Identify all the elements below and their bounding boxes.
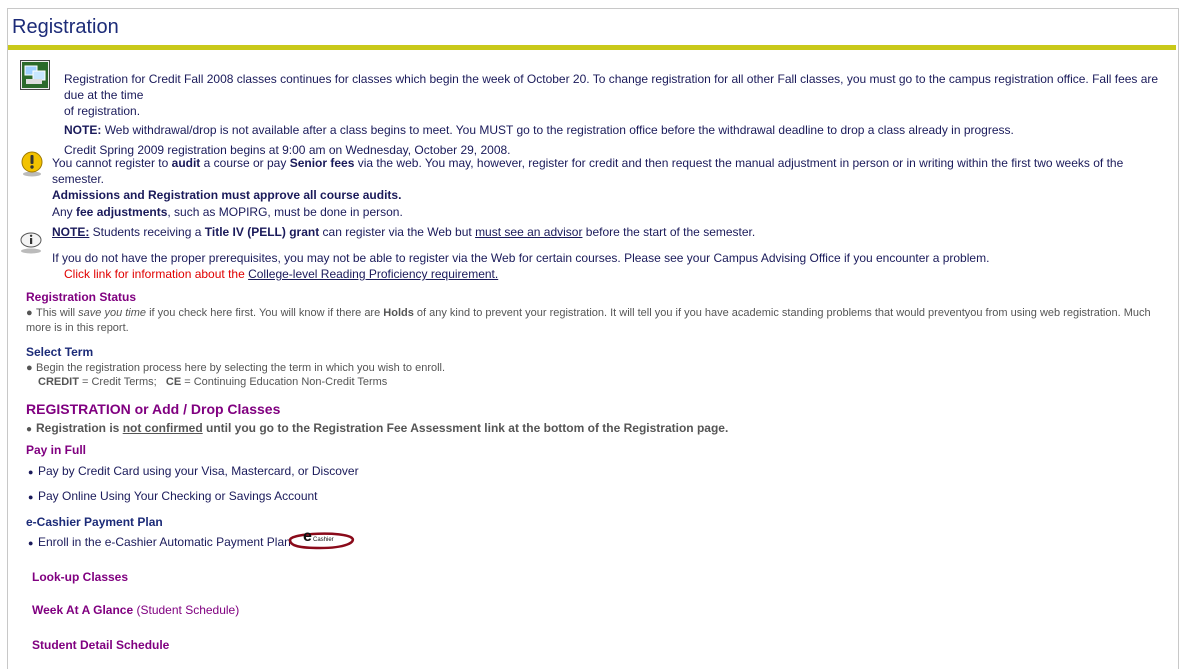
ecashier-logo[interactable]: e Cashier	[286, 528, 356, 550]
prerequisites-text: If you do not have the proper prerequisi…	[52, 251, 990, 265]
reg-text-1: Registration is	[36, 421, 123, 435]
pay-in-full-heading: Pay in Full	[26, 443, 87, 457]
fee-adjustments-word: fee adjustments	[76, 205, 168, 219]
status-text-3: of any kind to prevent your registration…	[413, 307, 1151, 319]
pell-note: NOTE: Students receiving a Title IV (PEL…	[52, 224, 1167, 240]
week-at-a-glance-row: Week At A Glance (Student Schedule)	[32, 603, 239, 617]
bullet: ●	[26, 362, 33, 374]
audit-text: You cannot register to audit a course or…	[52, 155, 1167, 187]
notice-fall-text-cont: of registration.	[64, 104, 141, 118]
senior-fees-word: Senior fees	[289, 156, 355, 170]
pell-text-3: before the start of the semester.	[582, 225, 756, 239]
reading-proficiency-prefix: Click link for information about the	[64, 267, 249, 281]
ecashier-enroll-link[interactable]: Enroll in the e-Cashier Automatic Paymen…	[38, 535, 291, 549]
ecashier-logo-e: e	[303, 528, 312, 545]
status-text-2: if you check here first. You will know i…	[146, 307, 384, 319]
credit-text: = Credit Terms;	[78, 376, 157, 388]
bullet: ●	[28, 467, 34, 477]
see-advisor-text: must see an advisor	[475, 225, 583, 239]
computer-icon	[20, 60, 50, 90]
registration-add-drop-link[interactable]: REGISTRATION or Add / Drop Classes	[26, 401, 280, 417]
ce-text: = Continuing Education Non-Credit Terms	[181, 376, 388, 388]
page-title: Registration	[12, 16, 119, 38]
notice-fall-registration: Registration for Credit Fall 2008 classe…	[64, 71, 1169, 158]
credit-label: CREDIT	[38, 376, 79, 388]
reading-proficiency-line: Click link for information about the Col…	[64, 266, 1167, 282]
audit-text-1: You cannot register to	[52, 156, 172, 170]
fee-text-1: Any	[52, 205, 77, 219]
note-label: NOTE:	[64, 123, 102, 137]
notice-prerequisites: If you do not have the proper prerequisi…	[52, 250, 1167, 282]
pell-text-1: Students receiving a	[89, 225, 205, 239]
pell-grant-word: Title IV (PELL) grant	[204, 225, 320, 239]
registration-status-desc: ● This will save you time if you check he…	[26, 306, 1166, 336]
pay-online-item[interactable]: ● Pay Online Using Your Checking or Savin…	[28, 489, 318, 503]
not-confirmed-text: not confirmed	[122, 421, 203, 435]
student-detail-schedule-link[interactable]: Student Detail Schedule	[32, 638, 169, 652]
pay-online-link[interactable]: Pay Online Using Your Checking or Saving…	[38, 489, 318, 503]
bullet: ●	[28, 492, 34, 502]
ecashier-enroll-item[interactable]: ● Enroll in the e-Cashier Automatic Payme…	[28, 535, 291, 549]
fee-adjustment-text: Any fee adjustments, such as MOPIRG, mus…	[52, 204, 1167, 220]
note-text: Web withdrawal/drop is not available aft…	[104, 123, 1014, 137]
notice-audit: You cannot register to audit a course or…	[52, 155, 1167, 240]
status-save-time: save you time	[78, 307, 147, 319]
pell-note-label: NOTE:	[52, 225, 90, 239]
status-holds: Holds	[383, 307, 414, 319]
ecashier-logo-text: Cashier	[313, 537, 334, 543]
info-icon	[19, 232, 43, 254]
title-divider	[8, 45, 1176, 50]
audit-word: audit	[171, 156, 201, 170]
lookup-classes-link[interactable]: Look-up Classes	[32, 570, 128, 584]
note-web-withdrawal: NOTE: Web withdrawal/drop is not availab…	[64, 122, 1169, 138]
select-term-desc: ● Begin the registration process here by …	[26, 361, 1166, 389]
audit-approval-text: Admissions and Registration must approve…	[52, 188, 402, 202]
reg-text-2: until you go to the Registration Fee Ass…	[202, 421, 729, 435]
registration-status-link[interactable]: Registration Status	[26, 290, 136, 304]
pell-text-2: can register via the Web but	[319, 225, 476, 239]
select-term-link[interactable]: Select Term	[26, 345, 93, 359]
week-at-a-glance-link[interactable]: Week At A Glance	[32, 603, 133, 617]
audit-text-2: a course or pay	[200, 156, 290, 170]
bullet: ●	[26, 307, 33, 319]
ecashier-heading: e-Cashier Payment Plan	[26, 515, 163, 529]
ce-label: CE	[165, 376, 182, 388]
bullet: ●	[26, 424, 33, 435]
pay-credit-card-item[interactable]: ● Pay by Credit Card using your Visa, Mas…	[28, 464, 359, 478]
bullet: ●	[28, 538, 34, 548]
registration-add-drop-desc: ● Registration is not confirmed until you…	[26, 420, 1166, 438]
warning-icon	[20, 151, 44, 177]
week-subtitle: (Student Schedule)	[133, 603, 240, 617]
status-text-1: This will	[36, 307, 79, 319]
term-desc-text: Begin the registration process here by s…	[36, 362, 446, 374]
pay-credit-card-link[interactable]: Pay by Credit Card using your Visa, Mast…	[38, 464, 359, 478]
fee-text-2: , such as MOPIRG, must be done in person…	[167, 205, 403, 219]
status-text-4: more is in this report.	[26, 322, 129, 334]
reading-proficiency-link[interactable]: College-level Reading Proficiency requir…	[248, 267, 498, 281]
notice-fall-text: Registration for Credit Fall 2008 classe…	[64, 72, 1159, 102]
